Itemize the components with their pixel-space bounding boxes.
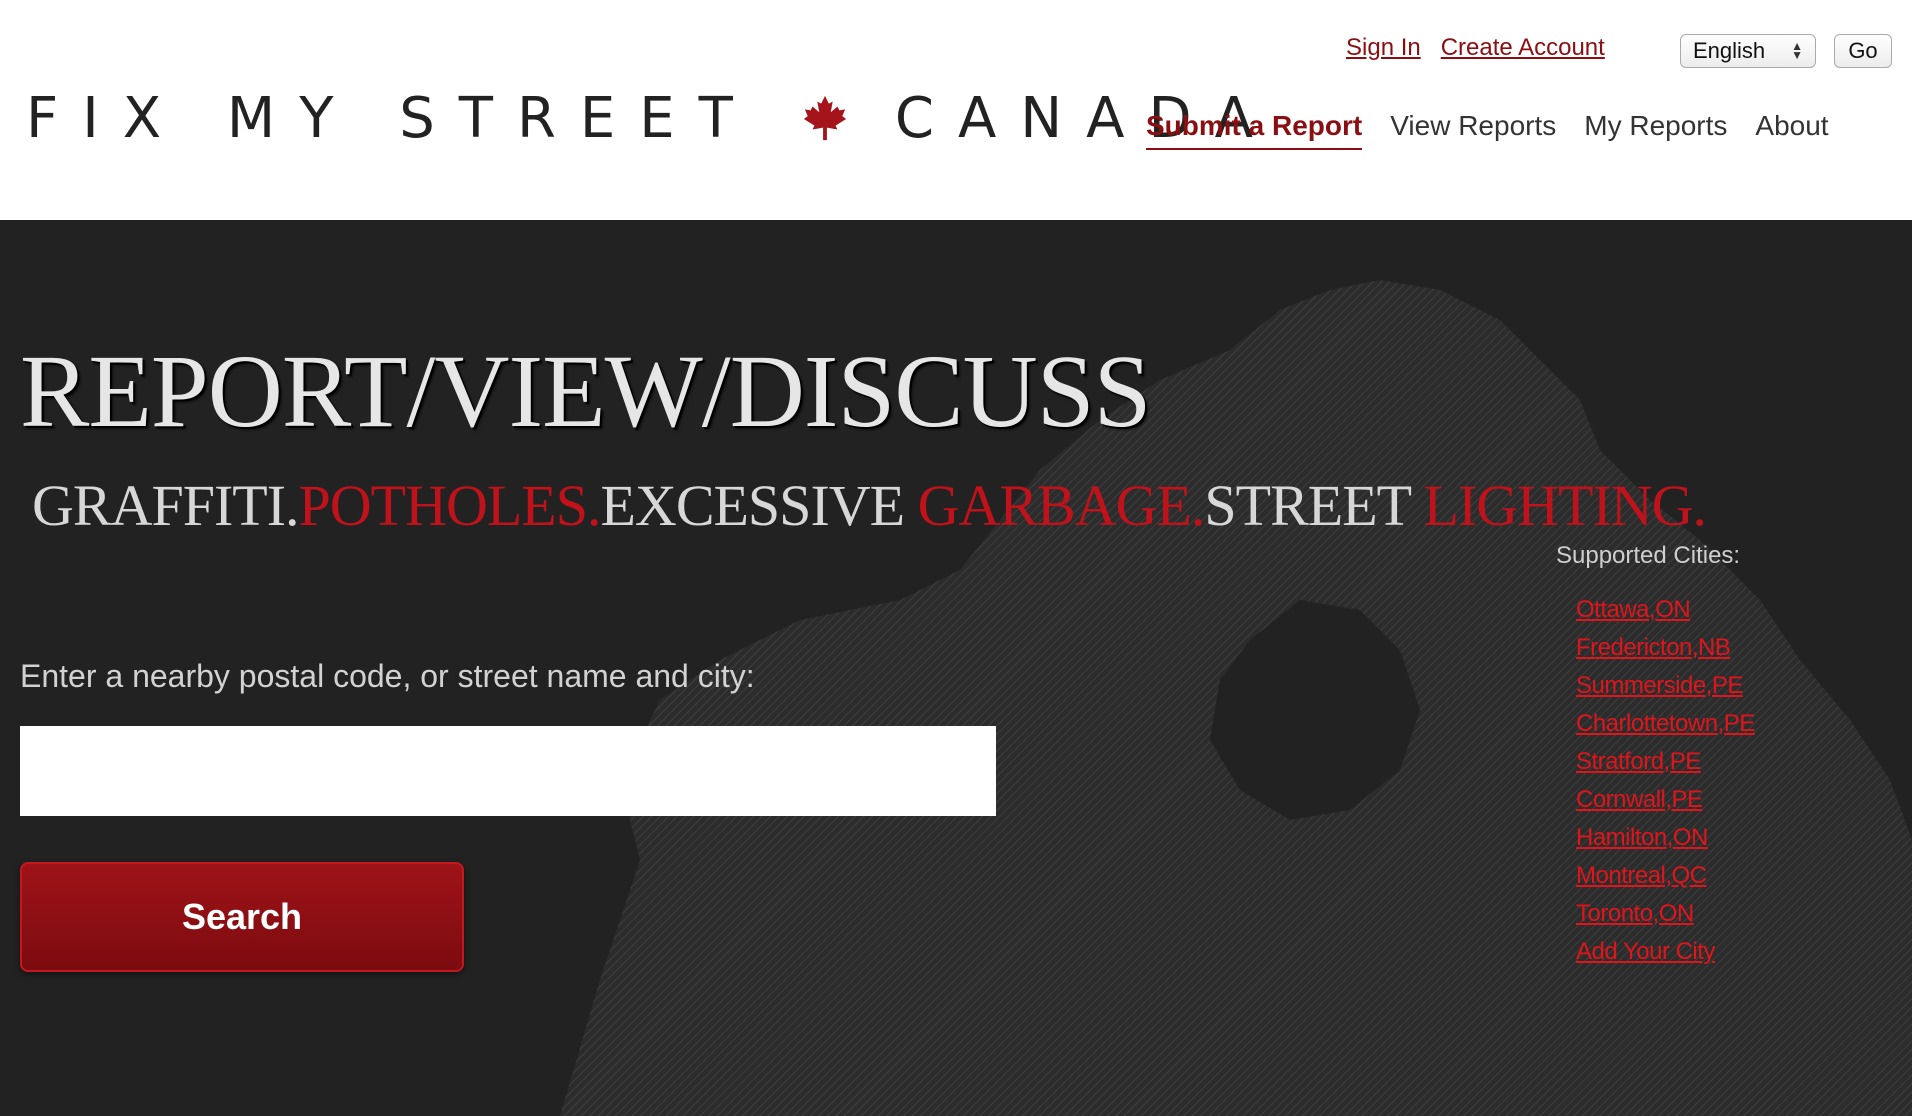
search-label: Enter a nearby postal code, or street na… bbox=[20, 658, 755, 694]
city-link-toronto[interactable]: Toronto,ON bbox=[1576, 900, 1694, 927]
search-button[interactable]: Search bbox=[20, 862, 464, 972]
site-logo[interactable]: FIX MY STREET CANADA bbox=[26, 85, 1277, 151]
city-link-montreal[interactable]: Montreal,QC bbox=[1576, 862, 1707, 889]
city-link-stratford[interactable]: Stratford,PE bbox=[1576, 748, 1701, 775]
hero-section: REPORT/VIEW/DISCUSS GRAFFITI.POTHOLES.EX… bbox=[0, 220, 1912, 1116]
account-links: Sign In Create Account bbox=[1346, 34, 1605, 62]
supported-cities-list: Ottawa,ON Fredericton,NB Summerside,PE C… bbox=[1576, 595, 1755, 975]
hero-headline: REPORT/VIEW/DISCUSS bbox=[20, 334, 1151, 449]
city-link-hamilton[interactable]: Hamilton,ON bbox=[1576, 824, 1708, 851]
tagline-lighting: LIGHTING. bbox=[1423, 473, 1708, 538]
create-account-link[interactable]: Create Account bbox=[1441, 34, 1605, 62]
location-search-input[interactable] bbox=[20, 726, 996, 816]
tagline-potholes: POTHOLES. bbox=[298, 473, 602, 538]
language-go-button[interactable]: Go bbox=[1834, 34, 1892, 68]
add-your-city-link[interactable]: Add Your City bbox=[1576, 938, 1715, 965]
nav-about[interactable]: About bbox=[1755, 110, 1828, 150]
tagline-excessive: EXCESSIVE bbox=[600, 473, 906, 538]
city-link-summerside[interactable]: Summerside,PE bbox=[1576, 672, 1743, 699]
list-item: Charlottetown,PE bbox=[1576, 709, 1755, 747]
logo-text-left: FIX MY STREET bbox=[26, 85, 757, 151]
list-item: Add Your City bbox=[1576, 937, 1755, 975]
list-item: Ottawa,ON bbox=[1576, 595, 1755, 633]
language-select-value: English bbox=[1693, 38, 1766, 63]
list-item: Toronto,ON bbox=[1576, 899, 1755, 937]
maple-leaf-icon bbox=[803, 95, 846, 141]
site-header: FIX MY STREET CANADA Sign In Create Acco… bbox=[0, 0, 1912, 220]
list-item: Cornwall,PE bbox=[1576, 785, 1755, 823]
supported-cities-heading: Supported Cities: bbox=[1556, 542, 1741, 569]
tagline-garbage: GARBAGE. bbox=[917, 473, 1206, 538]
main-nav: Submit a Report View Reports My Reports … bbox=[1146, 110, 1829, 150]
list-item: Stratford,PE bbox=[1576, 747, 1755, 785]
nav-submit-report[interactable]: Submit a Report bbox=[1146, 110, 1363, 150]
hero-tagline: GRAFFITI.POTHOLES.EXCESSIVE GARBAGE.STRE… bbox=[32, 472, 1708, 539]
list-item: Montreal,QC bbox=[1576, 861, 1755, 899]
list-item: Hamilton,ON bbox=[1576, 823, 1755, 861]
city-link-fredericton[interactable]: Fredericton,NB bbox=[1576, 634, 1731, 661]
city-link-ottawa[interactable]: Ottawa,ON bbox=[1576, 596, 1691, 623]
select-arrows-icon: ▲ ▼ bbox=[1791, 39, 1803, 62]
sign-in-link[interactable]: Sign In bbox=[1346, 34, 1421, 62]
language-select[interactable]: English ▲ ▼ bbox=[1680, 34, 1816, 68]
nav-view-reports[interactable]: View Reports bbox=[1390, 110, 1556, 150]
city-link-charlottetown[interactable]: Charlottetown,PE bbox=[1576, 710, 1755, 737]
tagline-street: STREET bbox=[1204, 473, 1411, 538]
tagline-graffiti: GRAFFITI. bbox=[32, 473, 300, 538]
list-item: Fredericton,NB bbox=[1576, 633, 1755, 671]
list-item: Summerside,PE bbox=[1576, 671, 1755, 709]
nav-my-reports[interactable]: My Reports bbox=[1584, 110, 1727, 150]
city-link-cornwall[interactable]: Cornwall,PE bbox=[1576, 786, 1703, 813]
